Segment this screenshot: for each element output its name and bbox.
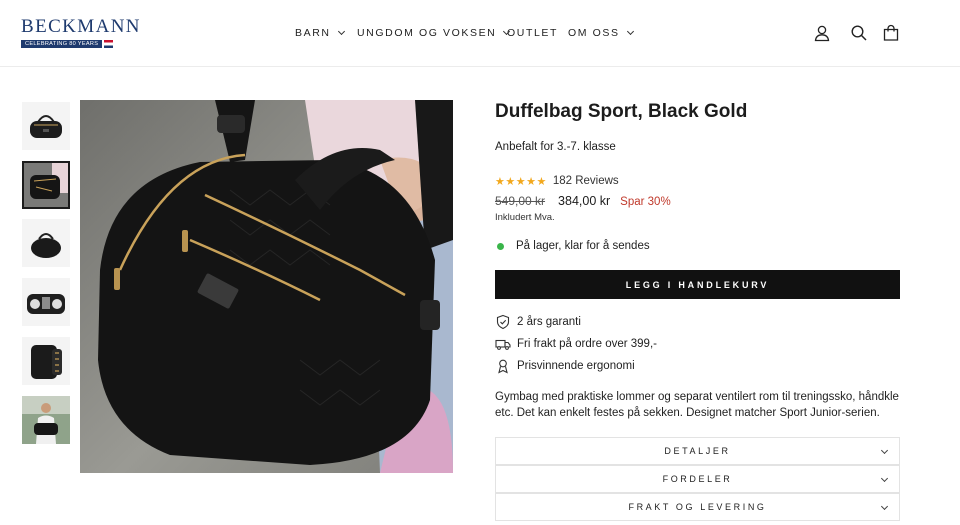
nav-item-label: OUTLET	[507, 27, 559, 39]
gallery-thumbnail-active[interactable]	[22, 161, 70, 209]
gallery-thumbnail[interactable]	[22, 219, 70, 267]
product-description: Gymbag med praktiske lommer og separat v…	[495, 391, 899, 419]
gallery-thumbnail[interactable]	[22, 102, 70, 150]
feature-item: 2 års garanti	[495, 314, 581, 330]
chevron-down-icon	[880, 446, 889, 455]
duffel-pockets-thumbnail	[22, 337, 70, 385]
duffel-bag-photo	[80, 100, 453, 473]
chevron-down-icon	[626, 27, 634, 36]
star-rating-icon: ★★★★★	[495, 175, 547, 188]
product-title: Duffelbag Sport, Black Gold	[495, 101, 748, 122]
nav-item-label: OM OSS	[568, 27, 620, 39]
nav-item-label: UNGDOM OG VOKSEN	[357, 27, 497, 39]
flag-icon	[104, 39, 114, 48]
accordion-benefits[interactable]: FORDELER	[495, 465, 900, 493]
gallery-thumbnail[interactable]	[22, 337, 70, 385]
price-block: 549,00 kr 384,00 kr Spar 30%	[495, 194, 671, 208]
feature-text: Fri frakt på ordre over 399,-	[517, 338, 657, 350]
stock-text: På lager, klar for å sendes	[516, 240, 650, 252]
site-header: BECKMANN CELEBRATING 80 YEARS BARN UNGDO…	[0, 0, 960, 67]
stock-status: På lager, klar for å sendes	[497, 240, 650, 252]
brand-name: BECKMANN	[21, 16, 141, 37]
feature-item: Prisvinnende ergonomi	[495, 358, 635, 374]
gallery-thumbnail[interactable]	[22, 396, 70, 444]
duffel-open-thumbnail	[22, 278, 70, 326]
accordion-details[interactable]: DETALJER	[495, 437, 900, 465]
product-recommendation: Anbefalt for 3.-7. klasse	[495, 141, 616, 153]
in-stock-dot-icon	[497, 242, 504, 250]
add-to-cart-button[interactable]: LEGG I HANDLEKURV	[495, 270, 900, 299]
feature-item: Fri frakt på ordre over 399,-	[495, 336, 657, 352]
duffel-side-thumbnail	[22, 219, 70, 267]
ergonomic-icon	[498, 359, 508, 374]
nav-item-ungdom-og-voksen[interactable]: UNGDOM OG VOKSEN	[357, 27, 511, 39]
truck-icon	[495, 339, 511, 350]
search-icon[interactable]	[850, 24, 868, 42]
original-price: 549,00 kr	[495, 194, 546, 208]
gallery-thumbnail[interactable]	[22, 278, 70, 326]
chevron-down-icon	[880, 474, 889, 483]
duffel-carried-thumbnail	[24, 163, 68, 207]
vat-note: Inkludert Mva.	[495, 212, 555, 223]
brand-tagline: CELEBRATING 80 YEARS	[21, 39, 103, 48]
accordion-shipping[interactable]: FRAKT OG LEVERING	[495, 493, 900, 521]
brand-logo[interactable]: BECKMANN CELEBRATING 80 YEARS	[21, 16, 141, 49]
product-rating[interactable]: ★★★★★ 182 Reviews	[495, 174, 619, 188]
nav-item-outlet[interactable]: OUTLET	[507, 27, 558, 39]
accordion-label: DETALJER	[664, 446, 731, 456]
model-with-bag-thumbnail	[22, 396, 70, 444]
discount-badge: Spar 30%	[620, 196, 671, 208]
feature-text: Prisvinnende ergonomi	[517, 360, 635, 372]
main-product-image[interactable]	[80, 100, 453, 473]
nav-item-label: BARN	[295, 27, 331, 39]
review-count: 182 Reviews	[552, 175, 619, 187]
accordion-label: FRAKT OG LEVERING	[628, 502, 767, 512]
nav-item-om-oss[interactable]: OM OSS	[568, 27, 634, 39]
user-icon[interactable]	[813, 24, 831, 42]
cart-icon[interactable]	[882, 24, 900, 42]
nav-item-barn[interactable]: BARN	[295, 27, 345, 39]
accordion-label: FORDELER	[662, 474, 733, 484]
feature-text: 2 års garanti	[517, 316, 581, 328]
chevron-down-icon	[880, 502, 889, 511]
chevron-down-icon	[337, 27, 345, 36]
sale-price: 384,00 kr	[558, 194, 611, 208]
shield-check-icon	[496, 314, 510, 330]
duffel-black-thumbnail	[22, 102, 70, 150]
